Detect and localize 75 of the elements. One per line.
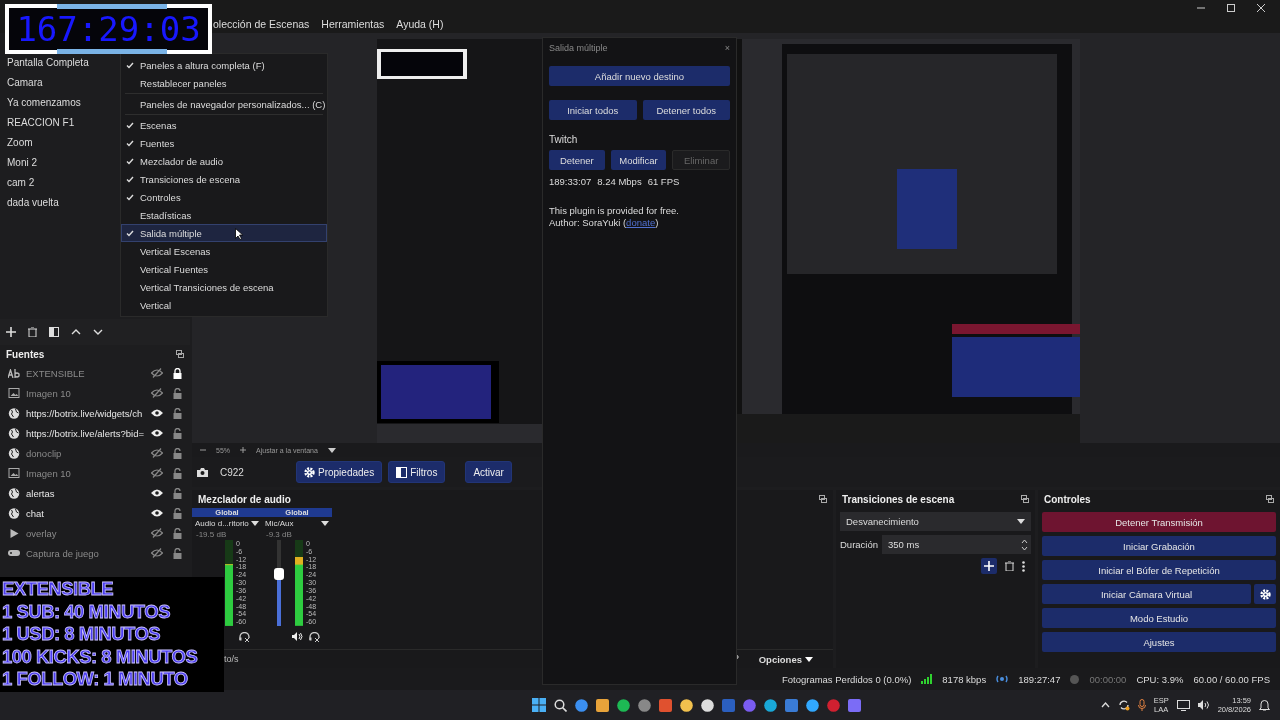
close-button[interactable]: × (724, 43, 730, 53)
db-reading: -19.5 dB (195, 530, 228, 540)
dropped-frames: Fotogramas Perdidos 0 (0.0%) (781, 673, 912, 685)
overlay-text: 100 KICKS: 8 MINUTOS (2, 645, 199, 668)
timer-text: 167:29:03 (16, 9, 201, 49)
source-item[interactable]: chat (26, 507, 145, 519)
add-destination-button[interactable]: Añadir nuevo destino (549, 66, 730, 86)
menu-item[interactable]: Vertical Fuentes (121, 260, 327, 278)
destination-button[interactable]: Detener (549, 150, 605, 170)
menu-item[interactable]: Herramientas (321, 18, 385, 30)
menu-item[interactable]: Vertical Transiciones de escena (121, 278, 327, 296)
menu-item[interactable]: olección de Escenas (213, 18, 310, 30)
source-name: C922 (220, 466, 245, 478)
duration-field[interactable]: 350 ms (882, 535, 1031, 554)
plugin-note: This plugin is provided for free. (549, 205, 680, 217)
menu-item[interactable]: Transiciones de escena (121, 170, 327, 188)
source-item[interactable]: Imagen 10 (26, 467, 145, 479)
control-button[interactable]: Iniciar Grabación (1042, 536, 1276, 556)
menu-item[interactable]: Fuentes (121, 134, 327, 152)
transition-dropdown[interactable]: Desvanecimiento (840, 512, 1031, 531)
panel-title: Mezclador de audio (198, 493, 291, 505)
stream-stat: 8.24 Mbps (597, 176, 642, 187)
stream-stat: 61 FPS (647, 176, 680, 187)
menu-item[interactable]: Ayuda (H) (396, 18, 444, 30)
panel-title: Controles (1044, 493, 1091, 505)
menu-item[interactable]: Escenas (121, 116, 327, 134)
menu-item[interactable]: Vertical Escenas (121, 242, 327, 260)
activate-button[interactable]: Activar (465, 461, 512, 483)
source-item[interactable]: https://botrix.live/widgets/ch (26, 407, 145, 419)
stream-stat: 189:33:07 (549, 176, 592, 187)
channel-name: Mic/Aux (265, 519, 294, 528)
menu-item[interactable]: Mezclador de audio (121, 152, 327, 170)
source-item[interactable]: https://botrix.live/alerts?bid= (26, 427, 145, 439)
menu-item[interactable]: Restablecer paneles (121, 74, 327, 92)
panel-title: Transiciones de escena (842, 493, 955, 505)
cpu-usage: CPU: 3.9% (1136, 673, 1184, 685)
control-button[interactable]: Iniciar el Búfer de Repetición (1042, 560, 1276, 580)
menu-item[interactable]: Vertical (121, 296, 327, 314)
menu-item[interactable]: Controles (121, 188, 327, 206)
dialog-title: Salida múltiple (549, 43, 608, 53)
overlay-text: 1 USD: 8 MINUTOS (2, 623, 162, 646)
source-item[interactable]: donoclip (26, 447, 145, 459)
overlay-text: 1 FOLLOW: 1 MINUTO (2, 668, 189, 691)
fps-readout: 60.00 / 60.00 FPS (1193, 673, 1270, 685)
duration-label: Duración (840, 539, 879, 550)
properties-button[interactable]: Propiedades (296, 461, 383, 483)
source-item[interactable]: alertas (26, 487, 145, 499)
source-item[interactable]: EXTENSIBLE (26, 367, 145, 379)
destination-button[interactable]: Modificar (610, 150, 667, 170)
overlay-text: EXTENSIBLE (2, 578, 115, 601)
stop-all-button[interactable]: Detener todos (642, 100, 730, 120)
control-button[interactable]: Ajustes (1042, 632, 1276, 652)
options-menu[interactable]: Opciones (748, 653, 823, 665)
menu-item[interactable]: Estadísticas (121, 206, 327, 224)
filters-button[interactable]: Filtros (388, 461, 446, 483)
menu-item[interactable]: Paneles a altura completa (F) (121, 56, 327, 74)
destination-name: Twitch (549, 134, 579, 145)
db-reading: -9.3 dB (265, 530, 293, 540)
control-button[interactable]: Iniciar Cámara Virtual (1042, 584, 1251, 604)
overlay-text: 1 SUB: 40 MINUTOS (2, 600, 171, 623)
source-item[interactable]: Captura de juego (26, 547, 145, 559)
stream-time: 189:27:47 (1018, 673, 1061, 685)
start-all-button[interactable]: Iniciar todos (549, 100, 637, 120)
record-time: 00:00:00 (1089, 673, 1127, 685)
author-credit: Author: SoraYuki (donate) (549, 217, 660, 229)
mixer-footer-text: to/s (224, 654, 239, 664)
menu-item[interactable]: Salida múltiple (121, 224, 327, 242)
control-button[interactable]: Detener Transmisión (1042, 512, 1276, 532)
source-item[interactable]: overlay (26, 527, 145, 539)
channel-name: Audio d...ritorio (195, 519, 249, 528)
panel-title: Fuentes (6, 348, 45, 360)
control-button[interactable]: Modo Estudio (1042, 608, 1276, 628)
menu-item[interactable]: Paneles de navegador personalizados... (C) (121, 95, 327, 113)
source-item[interactable]: Imagen 10 (26, 387, 145, 399)
bitrate: 8178 kbps (942, 673, 987, 685)
